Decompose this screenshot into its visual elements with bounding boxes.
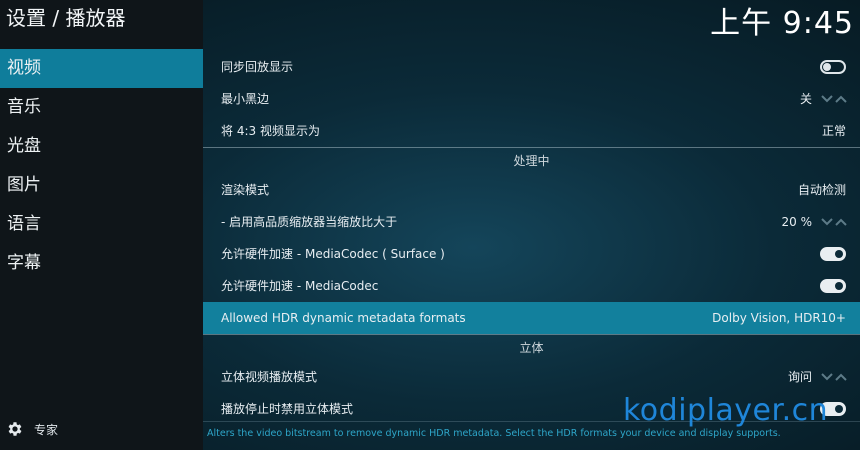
setting-label: 同步回放显示 [221,60,294,74]
setting-value: 正常 [821,124,846,138]
toggle-switch-on[interactable] [820,247,846,261]
setting-label: 立体视频播放模式 [221,370,318,384]
setting-display-43[interactable]: 将 4:3 视频显示为 正常 [203,115,860,147]
setting-sync-playback[interactable]: 同步回放显示 [203,51,860,83]
sidebar-item-language[interactable]: 语言 [0,205,203,244]
setting-value: 20 % [781,215,813,229]
toggle-switch-off[interactable] [820,60,846,74]
sidebar-item-music[interactable]: 音乐 [0,88,203,127]
setting-value: 自动检测 [797,183,846,197]
setting-label: Allowed HDR dynamic metadata formats [221,311,466,325]
gear-icon [8,422,22,436]
setting-hw-accel-surface[interactable]: 允许硬件加速 - MediaCodec ( Surface ) [203,238,860,270]
chevron-down-icon[interactable] [820,217,834,227]
setting-hq-scaler[interactable]: - 启用高品质缩放器当缩放比大于 20 % [203,206,860,238]
setting-label: 渲染模式 [221,183,270,197]
chevron-up-icon[interactable] [834,372,848,382]
sidebar-item-subtitles[interactable]: 字幕 [0,244,203,283]
setting-label: 允许硬件加速 - MediaCodec [221,279,379,293]
chevron-down-icon[interactable] [820,372,834,382]
sidebar-item-video[interactable]: 视频 [0,49,203,88]
sidebar-nav: 视频 音乐 光盘 图片 语言 字幕 [0,49,203,283]
settings-list: 同步回放显示 最小黑边 关 将 4:3 视频显示为 正常 处理中 渲染模式 自动… [203,51,860,425]
setting-min-black-bars[interactable]: 最小黑边 关 [203,83,860,115]
spinner-arrows[interactable] [816,206,860,238]
sidebar-item-pictures[interactable]: 图片 [0,166,203,205]
setting-label: 允许硬件加速 - MediaCodec ( Surface ) [221,247,445,261]
section-header-stereo: 立体 [203,334,860,361]
spinner-arrows[interactable] [816,83,860,115]
clock: 上午 9:45 [710,6,854,41]
watermark: kodiplayer.cn [623,393,829,428]
setting-hw-accel-mediacodec[interactable]: 允许硬件加速 - MediaCodec [203,270,860,302]
setting-value: Dolby Vision, HDR10+ [712,311,846,325]
section-header-processing: 处理中 [203,147,860,174]
chevron-up-icon[interactable] [834,94,848,104]
setting-stereo-mode[interactable]: 立体视频播放模式 询问 [203,361,860,393]
settings-level-label: 专家 [34,422,59,437]
sidebar-item-disc[interactable]: 光盘 [0,127,203,166]
setting-label: - 启用高品质缩放器当缩放比大于 [221,215,398,229]
setting-render-method[interactable]: 渲染模式 自动检测 [203,174,860,206]
settings-level-button[interactable]: 专家 [6,418,58,440]
setting-label: 播放停止时禁用立体模式 [221,402,354,416]
setting-hdr-formats[interactable]: Allowed HDR dynamic metadata formats Dol… [203,302,860,334]
spinner-arrows[interactable] [816,361,860,393]
sidebar: 视频 音乐 光盘 图片 语言 字幕 专家 [0,0,203,450]
setting-label: 最小黑边 [221,92,270,106]
setting-value: 询问 [787,370,812,384]
page-title: 设置 / 播放器 [6,6,126,30]
setting-label: 将 4:3 视频显示为 [221,124,320,138]
chevron-down-icon[interactable] [820,94,834,104]
toggle-switch-on[interactable] [820,279,846,293]
setting-value: 关 [799,92,812,106]
chevron-up-icon[interactable] [834,217,848,227]
